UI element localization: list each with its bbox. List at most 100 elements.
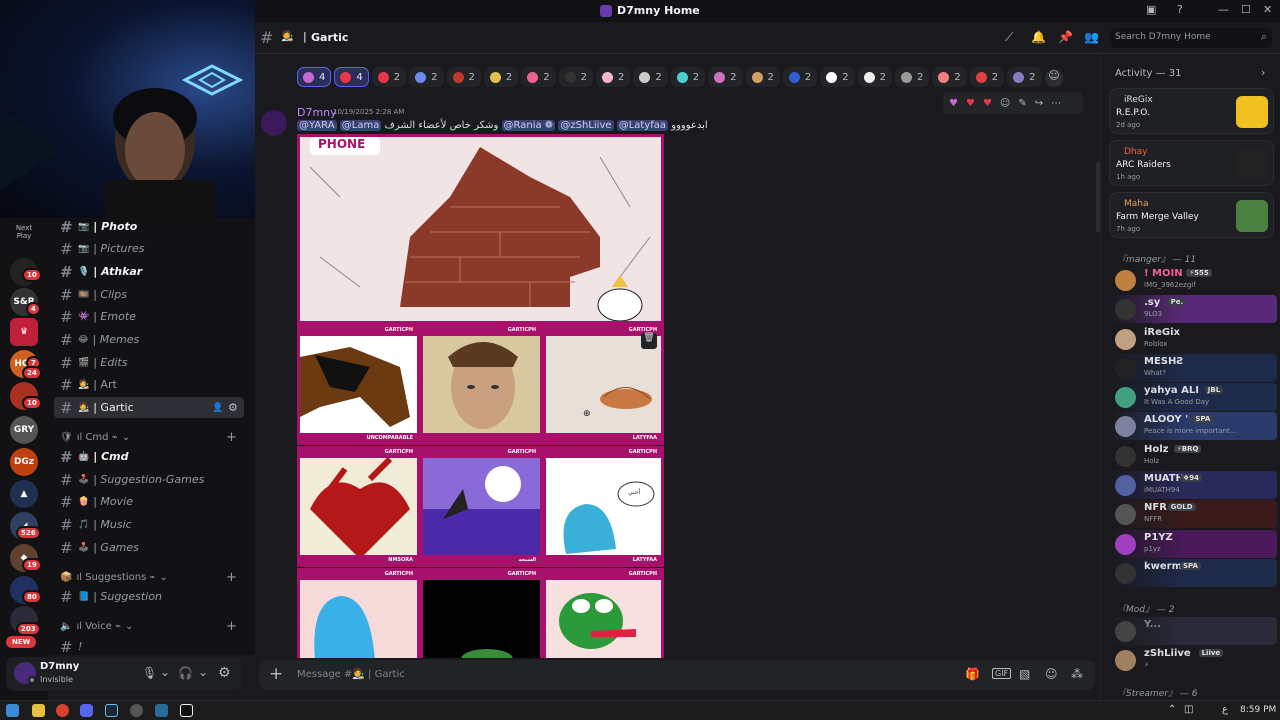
chevron-down-icon[interactable]: ⌄	[198, 665, 208, 679]
channel-athkar[interactable]: # 🎙️ | Athkar	[54, 261, 244, 282]
maximize-icon[interactable]: ☐	[1241, 3, 1251, 16]
inbox-icon[interactable]: ▣	[1146, 3, 1156, 16]
server-icon-red[interactable]: ♛	[10, 318, 38, 346]
category-suggestions[interactable]: 📦 ıl Suggestions ⌁ ⌄ +	[60, 570, 237, 585]
gartic-drawing-7[interactable]: GARTICPH	[297, 568, 420, 658]
help-icon[interactable]: ?	[1177, 3, 1183, 16]
reaction-chip[interactable]: 2	[371, 67, 407, 87]
reaction-quick-2-icon[interactable]: ♥	[966, 98, 975, 109]
channel-gartic[interactable]: # 🧑‍🎨 | Gartic 👤 ⚙	[54, 397, 244, 418]
new-badge[interactable]: NEW	[6, 636, 37, 648]
member-item[interactable]: iReGix Roblox	[1109, 325, 1277, 353]
discord-icon[interactable]	[80, 704, 93, 717]
mention[interactable]: @zShLiive	[558, 120, 614, 131]
reaction-chip[interactable]: 2	[782, 67, 818, 87]
gear-icon[interactable]: ⚙	[228, 401, 238, 414]
reaction-chip[interactable]: 2	[596, 67, 631, 87]
steam-icon[interactable]	[105, 704, 118, 717]
chevron-down-icon[interactable]: ⌄	[160, 665, 170, 679]
server-icon-gry[interactable]: GRY	[10, 416, 38, 444]
pin-icon[interactable]: 📌	[1058, 30, 1073, 44]
gift-icon[interactable]: 🎁	[965, 667, 980, 681]
reaction-chip[interactable]: 2	[969, 67, 1005, 87]
message-author[interactable]: D7mny	[297, 106, 337, 119]
channel-memes[interactable]: # 😂 | Memes	[54, 329, 244, 350]
member-item[interactable]: P1YZ p1yz	[1109, 530, 1277, 558]
member-item[interactable]: MUATH ❖94 iMUATH94	[1109, 471, 1277, 499]
author-avatar[interactable]	[261, 110, 287, 136]
member-item[interactable]: MESHƧ What?	[1109, 354, 1277, 382]
add-channel-icon[interactable]: +	[226, 570, 237, 585]
search-input[interactable]: Search D7mny Home ⌕	[1110, 28, 1272, 48]
channel-art[interactable]: # 🧑‍🎨 | Art	[54, 374, 244, 395]
reaction-chip[interactable]: 2	[409, 67, 444, 87]
file-explorer-icon[interactable]	[32, 704, 45, 717]
reaction-chip[interactable]: 2	[633, 67, 668, 87]
channel-suggestion[interactable]: # 📘 | Suggestion	[54, 586, 244, 607]
channel-photo[interactable]: # 📷 | Photo	[54, 218, 244, 237]
reaction-chip[interactable]: 2	[745, 67, 780, 87]
activity-card[interactable]: iReGix R.E.P.O. 2d ago	[1109, 88, 1274, 134]
member-item[interactable]: yahya ALI JBL It Was A Good Day	[1109, 383, 1277, 411]
gif-icon[interactable]: GIF	[992, 668, 1012, 679]
reaction-chip[interactable]: 2	[446, 67, 481, 87]
close-icon[interactable]: ✕	[1263, 3, 1272, 16]
tiktok-icon[interactable]	[180, 704, 193, 717]
add-channel-icon[interactable]: +	[226, 430, 237, 445]
edit-icon[interactable]: ✎	[1018, 98, 1026, 109]
member-list-icon[interactable]: 👥	[1084, 30, 1099, 44]
category-voice[interactable]: 🔈 ıl Voice ⌁ ⌄ +	[60, 619, 237, 634]
chrome-icon[interactable]	[56, 704, 69, 717]
activity-card[interactable]: Dhay ARC Raiders 1h ago	[1109, 140, 1274, 186]
app-icon[interactable]	[130, 704, 143, 717]
reaction-chip[interactable]: 4	[334, 67, 369, 87]
language-indicator[interactable]: ع	[1222, 704, 1228, 715]
minimize-icon[interactable]: —	[1218, 3, 1229, 16]
channel-edits[interactable]: # 🎬 | Edits	[54, 352, 244, 373]
plus-icon[interactable]: +	[269, 664, 283, 684]
member-item[interactable]: Holz ⚡BRQ Holz	[1109, 442, 1277, 470]
channel-cmd[interactable]: # 🤖 | Cmd	[54, 446, 244, 467]
reaction-chip[interactable]: 2	[521, 67, 556, 87]
app-icon[interactable]	[155, 704, 168, 717]
gartic-drawing-4[interactable]: GARTICPH NMSORA	[297, 446, 420, 567]
trash-icon[interactable]: 🗑	[641, 333, 657, 349]
server-icon-8[interactable]: ▲	[10, 480, 38, 508]
mention[interactable]: @Latyfaa	[616, 120, 669, 131]
reaction-chip[interactable]: 2	[558, 67, 593, 87]
gartic-cover-image[interactable]: PHONE	[297, 134, 664, 324]
gear-icon[interactable]: ⚙	[218, 665, 231, 681]
forward-icon[interactable]: ↪	[1035, 98, 1043, 109]
network-icon[interactable]: ◫	[1184, 704, 1193, 715]
more-icon[interactable]: ⋯	[1051, 98, 1061, 109]
chevron-right-icon[interactable]: ›	[1261, 66, 1265, 79]
gartic-drawing-1[interactable]: GARTICPH UNCOMPARABLE	[297, 324, 420, 445]
channel-games[interactable]: # 🕹️ | Games	[54, 537, 244, 558]
gartic-drawing-8[interactable]: GARTICPH	[420, 568, 543, 658]
category-cmd[interactable]: 🛡 ıl Cmd ⌁ ⌄ +	[60, 430, 237, 445]
add-channel-icon[interactable]: +	[226, 619, 237, 634]
user-name[interactable]: D7mny	[40, 661, 79, 672]
sticker-icon[interactable]: ▧	[1019, 667, 1030, 681]
gartic-drawing-5[interactable]: GARTICPH الشيخه	[420, 446, 543, 567]
member-item[interactable]: .sy Pe. 9LO3	[1109, 295, 1277, 323]
clock[interactable]: 8:59 PM	[1240, 705, 1276, 715]
channel-pictures[interactable]: # 📷 | Pictures	[54, 238, 244, 259]
reaction-chip[interactable]: 2	[857, 67, 892, 87]
headphones-icon[interactable]: 🎧	[178, 666, 193, 680]
add-member-icon[interactable]: 👤	[212, 403, 223, 413]
reaction-quick-1-icon[interactable]: ♥	[949, 98, 958, 109]
gartic-drawing-9[interactable]: GARTICPH	[543, 568, 664, 658]
member-item[interactable]: Y...	[1109, 617, 1277, 645]
add-reaction-icon[interactable]: ☺	[1000, 98, 1010, 109]
member-item[interactable]: ! MOIN ⚡555 IMG_3962ezgif	[1109, 266, 1277, 294]
message-input[interactable]: + Message #🧑‍🎨 | Gartic 🎁 GIF ▧ ☺ ⁂	[259, 660, 1095, 690]
activity-header[interactable]: Activity — 31	[1115, 68, 1181, 79]
apps-icon[interactable]: ⁂	[1071, 667, 1083, 681]
windows-start-icon[interactable]	[6, 704, 19, 717]
gartic-drawing-3[interactable]: GARTICPH LATYFAA 🗑 ⊕	[543, 324, 664, 445]
emoji-icon[interactable]: ☺	[1045, 667, 1058, 681]
channel-voice-partial[interactable]: #!	[54, 636, 244, 656]
activity-card[interactable]: Maha Farm Merge Valley 7h ago	[1109, 192, 1274, 238]
reaction-chip[interactable]: 2	[895, 67, 930, 87]
